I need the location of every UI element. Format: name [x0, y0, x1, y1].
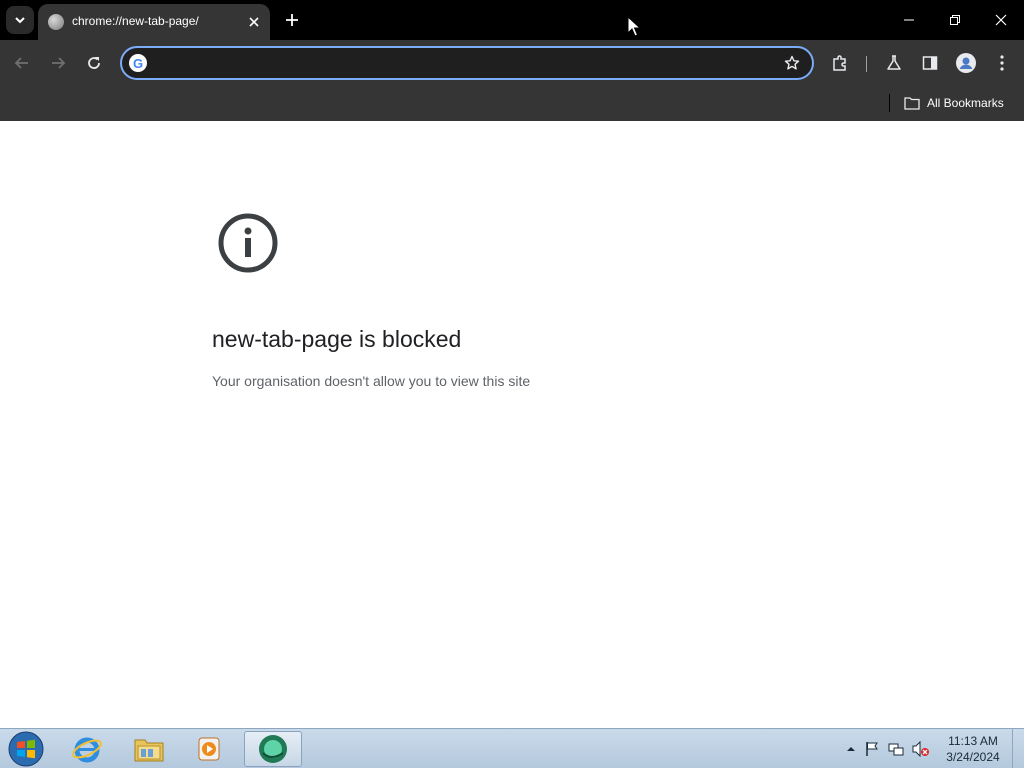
taskbar-file-explorer[interactable] — [120, 731, 178, 767]
tab-strip: chrome://new-tab-page/ — [0, 0, 1024, 40]
page-content: new-tab-page is blocked Your organisatio… — [0, 121, 1024, 728]
windows-logo-icon — [8, 731, 44, 767]
tab-close-button[interactable] — [244, 12, 264, 32]
side-panel-button[interactable] — [916, 49, 944, 77]
plus-icon — [286, 14, 298, 26]
clock-date: 3/24/2024 — [946, 750, 1000, 764]
page-title: new-tab-page is blocked — [212, 326, 462, 352]
new-tab-button[interactable] — [280, 8, 304, 32]
close-icon — [249, 17, 259, 27]
taskbar-internet-explorer[interactable] — [58, 731, 116, 767]
media-player-icon — [198, 737, 220, 761]
page-subtitle: Your organisation doesn't allow you to v… — [212, 373, 531, 389]
taskbar: 11:13 AM 3/24/2024 — [0, 728, 1024, 768]
mouse-cursor-icon — [627, 16, 641, 37]
globe-icon — [48, 14, 64, 30]
google-icon: G — [129, 54, 147, 72]
flag-icon[interactable] — [864, 741, 880, 757]
all-bookmarks-label: All Bookmarks — [927, 96, 1004, 110]
restore-icon — [950, 15, 960, 25]
folder-icon — [904, 97, 920, 110]
minimize-button[interactable] — [886, 0, 932, 40]
show-hidden-icons-icon[interactable] — [846, 744, 856, 754]
back-button[interactable] — [8, 49, 36, 77]
flask-icon — [887, 55, 901, 70]
toolbar: G — [0, 40, 1024, 86]
labs-button[interactable] — [880, 49, 908, 77]
taskbar-media-player[interactable] — [180, 731, 238, 767]
reload-button[interactable] — [80, 49, 108, 77]
kebab-menu-icon — [1000, 55, 1004, 71]
profile-button[interactable] — [952, 49, 980, 77]
internet-explorer-icon — [72, 737, 102, 763]
tab-active[interactable]: chrome://new-tab-page/ — [38, 4, 270, 40]
puzzle-icon — [833, 55, 846, 71]
all-bookmarks-button[interactable]: All Bookmarks — [904, 92, 1004, 114]
network-icon[interactable] — [888, 741, 904, 757]
restore-button[interactable] — [932, 0, 978, 40]
bookmark-star-button[interactable] — [782, 53, 802, 73]
menu-button[interactable] — [988, 49, 1016, 77]
volume-muted-icon[interactable] — [912, 741, 930, 757]
side-panel-icon — [922, 56, 938, 70]
system-tray — [846, 739, 930, 759]
chevron-down-icon — [15, 17, 25, 24]
bookmarks-bar: All Bookmarks — [0, 86, 1024, 121]
arrow-left-icon — [14, 57, 28, 69]
star-icon — [784, 55, 800, 70]
clock[interactable]: 11:13 AM 3/24/2024 — [940, 733, 1006, 765]
start-button[interactable] — [6, 731, 46, 767]
bookmarks-divider — [889, 94, 890, 112]
tab-title: chrome://new-tab-page/ — [72, 14, 199, 28]
folder-icon — [134, 739, 164, 762]
arrow-right-icon — [52, 57, 66, 69]
show-desktop-button[interactable] — [1012, 729, 1024, 768]
taskbar-chrome[interactable] — [244, 731, 302, 767]
minimize-icon — [904, 19, 914, 21]
address-bar[interactable]: G — [120, 46, 814, 80]
tab-search-button[interactable] — [6, 6, 34, 34]
info-icon — [218, 213, 278, 273]
toolbar-divider — [866, 56, 867, 72]
avatar-icon — [956, 53, 976, 73]
close-window-button[interactable] — [978, 0, 1024, 40]
extensions-button[interactable] — [826, 49, 854, 77]
close-icon — [995, 14, 1007, 26]
reload-icon — [88, 57, 100, 69]
address-input[interactable] — [156, 52, 756, 74]
forward-button[interactable] — [44, 49, 72, 77]
browser-icon — [259, 735, 287, 763]
clock-time: 11:13 AM — [948, 734, 998, 748]
